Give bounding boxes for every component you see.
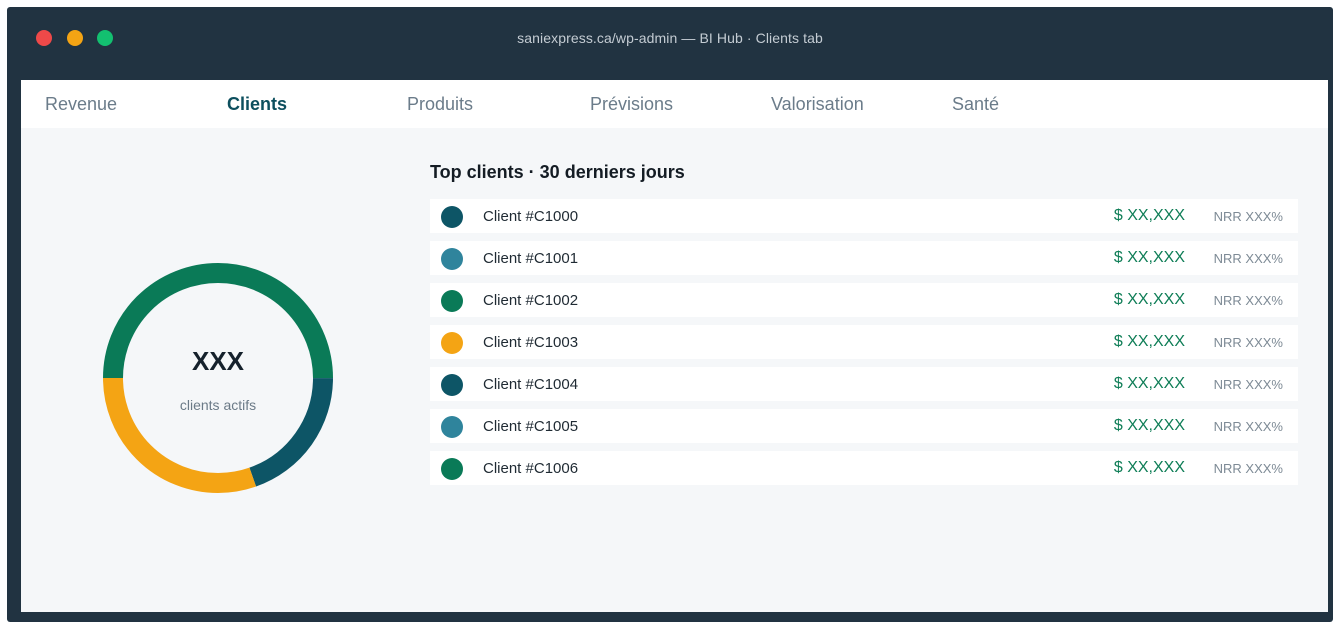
client-row[interactable]: Client #C1006 $ XX,XXX NRR XXX% <box>430 451 1298 485</box>
client-nrr: NRR XXX% <box>1213 461 1283 476</box>
client-nrr: NRR XXX% <box>1213 209 1283 224</box>
app-window: saniexpress.ca/wp-admin — BI Hub · Clien… <box>7 7 1333 622</box>
tab-valorisation[interactable]: Valorisation <box>771 94 864 115</box>
client-nrr: NRR XXX% <box>1213 293 1283 308</box>
tab-sante[interactable]: Santé <box>952 94 999 115</box>
tab-produits[interactable]: Produits <box>407 94 473 115</box>
top-clients-list: Client #C1000 $ XX,XXX NRR XXX% Client #C10… <box>430 199 1298 493</box>
client-name: Client #C1001 <box>483 250 579 267</box>
client-row[interactable]: Client #C1005 $ XX,XXX NRR XXX% <box>430 409 1298 443</box>
window-title: saniexpress.ca/wp-admin — BI Hub · Clien… <box>517 30 823 46</box>
tab-bar: Revenue Clients Produits Prévisions Valo… <box>21 80 1328 128</box>
client-name: Client #C1005 <box>483 418 579 435</box>
client-amount: $ XX,XXX <box>1113 333 1185 350</box>
client-row[interactable]: Client #C1000 $ XX,XXX NRR XXX% <box>430 199 1298 233</box>
client-amount: $ XX,XXX <box>1113 375 1185 392</box>
client-amount: $ XX,XXX <box>1113 417 1185 434</box>
tab-previsions[interactable]: Prévisions <box>590 94 673 115</box>
client-name: Client #C1004 <box>483 376 579 393</box>
client-row[interactable]: Client #C1001 $ XX,XXX NRR XXX% <box>430 241 1298 275</box>
client-nrr: NRR XXX% <box>1213 419 1283 434</box>
client-amount: $ XX,XXX <box>1113 459 1185 476</box>
tab-clients[interactable]: Clients <box>227 94 287 115</box>
title-bar: saniexpress.ca/wp-admin — BI Hub · Clien… <box>7 7 1333 67</box>
donut-ring <box>103 263 333 493</box>
client-row[interactable]: Client #C1002 $ XX,XXX NRR XXX% <box>430 283 1298 317</box>
client-color-dot <box>441 248 463 270</box>
client-row[interactable]: Client #C1003 $ XX,XXX NRR XXX% <box>430 325 1298 359</box>
client-color-dot <box>441 332 463 354</box>
client-name: Client #C1000 <box>483 208 579 225</box>
client-nrr: NRR XXX% <box>1213 251 1283 266</box>
active-clients-label: clients actifs <box>179 397 257 413</box>
active-clients-count: XXX <box>191 346 245 376</box>
tab-revenue[interactable]: Revenue <box>45 94 117 115</box>
client-nrr: NRR XXX% <box>1213 335 1283 350</box>
client-amount: $ XX,XXX <box>1113 207 1185 224</box>
client-color-dot <box>441 206 463 228</box>
client-color-dot <box>441 290 463 312</box>
client-color-dot <box>441 374 463 396</box>
client-name: Client #C1006 <box>483 460 579 477</box>
top-clients-title: Top clients · 30 derniers jours <box>430 162 685 182</box>
client-color-dot <box>441 416 463 438</box>
client-name: Client #C1003 <box>483 334 579 351</box>
client-color-dot <box>441 458 463 480</box>
dashboard-content: Revenue Clients Produits Prévisions Valo… <box>21 80 1328 612</box>
client-amount: $ XX,XXX <box>1113 249 1185 266</box>
client-nrr: NRR XXX% <box>1213 377 1283 392</box>
client-row[interactable]: Client #C1004 $ XX,XXX NRR XXX% <box>430 367 1298 401</box>
client-amount: $ XX,XXX <box>1113 291 1185 308</box>
client-name: Client #C1002 <box>483 292 579 309</box>
clients-donut-chart: XXX clients actifs <box>102 262 334 494</box>
